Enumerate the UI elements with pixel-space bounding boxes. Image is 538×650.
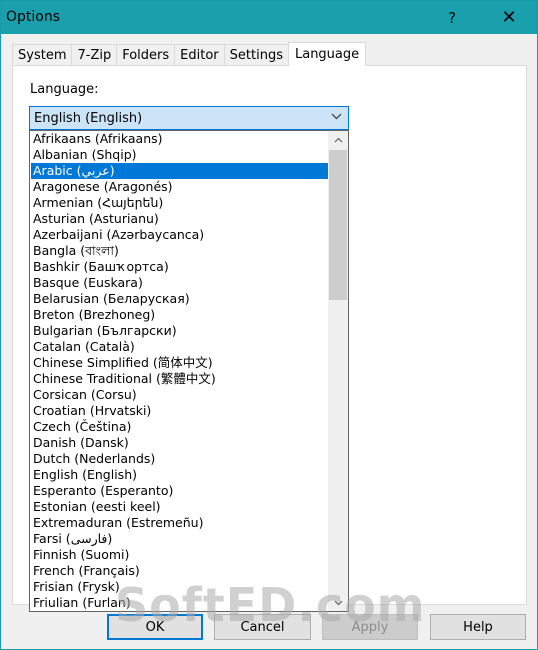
ok-button[interactable]: OK <box>107 614 203 640</box>
language-option[interactable]: Frisian (Frysk) <box>31 579 328 595</box>
scroll-up-arrow-icon[interactable] <box>328 131 348 148</box>
language-option[interactable]: Belarusian (Беларуская) <box>31 291 328 307</box>
language-option[interactable]: Czech (Čeština) <box>31 419 328 435</box>
language-option[interactable]: Croatian (Hrvatski) <box>31 403 328 419</box>
chevron-down-icon[interactable] <box>331 112 342 123</box>
language-selected-value: English (English) <box>34 110 143 126</box>
language-option[interactable]: Extremaduran (Estremeñu) <box>31 515 328 531</box>
language-combobox[interactable]: English (English) <box>29 106 349 130</box>
vertical-scrollbar[interactable] <box>328 131 348 611</box>
window-title: Options <box>6 9 61 25</box>
tab-system[interactable]: System <box>12 44 73 66</box>
language-option[interactable]: Danish (Dansk) <box>31 435 328 451</box>
dialog-buttons: OK Cancel Apply Help <box>0 614 538 642</box>
language-option[interactable]: Corsican (Corsu) <box>31 387 328 403</box>
language-option[interactable]: Azerbaijani (Azərbaycanca) <box>31 227 328 243</box>
language-option[interactable]: Esperanto (Esperanto) <box>31 483 328 499</box>
tab-settings[interactable]: Settings <box>223 44 289 66</box>
language-option[interactable]: Asturian (Asturianu) <box>31 211 328 227</box>
language-option[interactable]: Bashkir (Башҡортса) <box>31 259 328 275</box>
language-option[interactable]: Bangla (বাংলা) <box>31 243 328 259</box>
language-option[interactable]: Breton (Brezhoneg) <box>31 307 328 323</box>
language-option[interactable]: Chinese Simplified (简体中文) <box>31 355 328 371</box>
language-dropdown-list[interactable]: Afrikaans (Afrikaans) Albanian (Shqip) Ara… <box>29 130 349 612</box>
language-option[interactable]: Finnish (Suomi) <box>31 547 328 563</box>
tab-7zip[interactable]: 7-Zip <box>71 44 118 66</box>
language-option[interactable]: Aragonese (Aragonés) <box>31 179 328 195</box>
language-option[interactable]: Albanian (Shqip) <box>31 147 328 163</box>
title-bar[interactable]: Options ? ✕ <box>1 1 537 34</box>
language-option[interactable]: Armenian (Հայերեն) <box>31 195 328 211</box>
tab-folders[interactable]: Folders <box>116 44 176 66</box>
apply-button[interactable]: Apply <box>322 614 418 640</box>
language-options: Afrikaans (Afrikaans) Albanian (Shqip) Ara… <box>31 131 328 611</box>
language-label: Language: <box>30 82 99 97</box>
tab-editor[interactable]: Editor <box>174 44 225 66</box>
language-option[interactable]: Bulgarian (Български) <box>31 323 328 339</box>
language-option[interactable]: English (English) <box>31 467 328 483</box>
language-option[interactable]: Afrikaans (Afrikaans) <box>31 131 328 147</box>
language-option[interactable]: French (Français) <box>31 563 328 579</box>
language-option[interactable]: Dutch (Nederlands) <box>31 451 328 467</box>
tab-language[interactable]: Language <box>287 42 367 66</box>
tab-strip: System 7-Zip Folders Editor Settings Lan… <box>12 42 367 66</box>
scroll-down-arrow-icon[interactable] <box>328 594 348 611</box>
scrollbar-thumb[interactable] <box>329 150 347 300</box>
language-option[interactable]: Basque (Euskara) <box>31 275 328 291</box>
language-option[interactable]: Estonian (eesti keel) <box>31 499 328 515</box>
language-option[interactable]: Chinese Traditional (繁體中文) <box>31 371 328 387</box>
language-option[interactable]: Catalan (Català) <box>31 339 328 355</box>
help-title-button[interactable]: ? <box>429 1 475 34</box>
language-option[interactable]: Arabic (عربي) <box>31 163 328 179</box>
language-option[interactable]: Friulian (Furlan) <box>31 595 328 611</box>
language-option[interactable]: Farsi (فارسی) <box>31 531 328 547</box>
close-button[interactable]: ✕ <box>483 1 535 34</box>
help-button[interactable]: Help <box>430 614 526 640</box>
cancel-button[interactable]: Cancel <box>214 614 311 640</box>
